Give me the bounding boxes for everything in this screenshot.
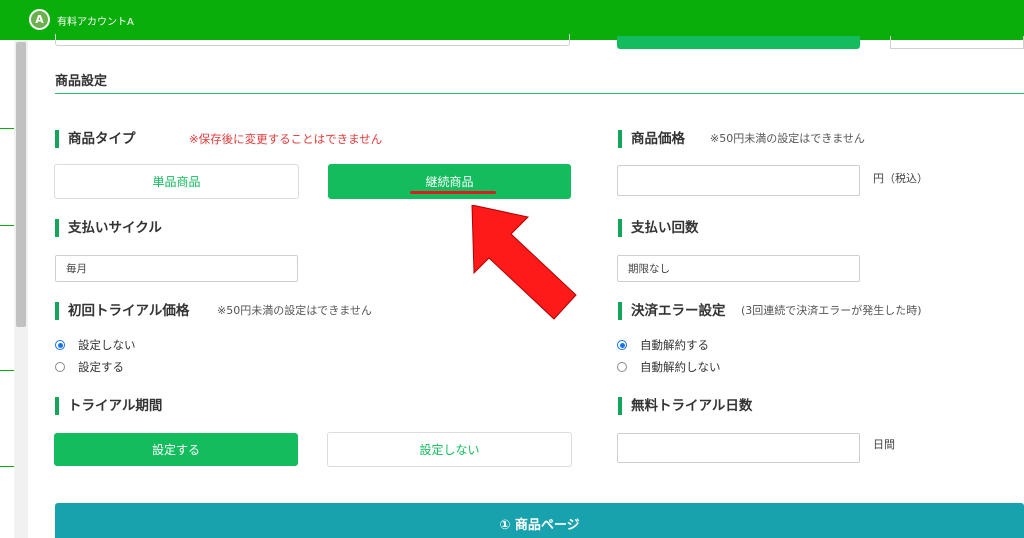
payment-cycle-select[interactable]: 毎月 (55, 255, 298, 282)
trial-days-label: 無料トライアル日数 (618, 397, 752, 415)
account-name[interactable]: 有料アカウントA (57, 13, 134, 28)
payment-count-select[interactable]: 期限なし (617, 255, 860, 282)
scrollbar-thumb[interactable] (16, 42, 26, 327)
radio-unchecked-icon[interactable] (617, 362, 627, 372)
price-label: 商品価格 (618, 130, 685, 148)
product-type-label: 商品タイプ (55, 130, 136, 148)
payment-cycle-label: 支払いサイクル (55, 219, 162, 237)
payment-error-option-cancel[interactable]: 自動解約する (617, 337, 709, 353)
radio-unchecked-icon[interactable] (55, 362, 65, 372)
single-product-button[interactable]: 単品商品 (54, 164, 299, 199)
account-avatar[interactable]: A (29, 9, 50, 30)
payment-error-note: (3回連続で決済エラーが発生した時) (741, 304, 922, 317)
price-input[interactable] (617, 165, 860, 196)
trial-period-off-button[interactable]: 設定しない (327, 432, 572, 467)
previous-green-button[interactable] (617, 36, 860, 49)
trial-days-unit: 日間 (873, 438, 895, 451)
annotation-arrow-icon (471, 205, 577, 320)
product-page-section-header[interactable]: ① 商品ページ (55, 503, 1024, 538)
trial-period-on-button[interactable]: 設定する (54, 433, 298, 466)
trial-price-label: 初回トライアル価格 (55, 302, 189, 320)
price-note: ※50円未満の設定はできません (710, 132, 865, 145)
trial-price-note: ※50円未満の設定はできません (217, 304, 372, 317)
radio-checked-icon[interactable] (617, 340, 627, 350)
previous-field[interactable] (890, 36, 1024, 49)
payment-count-label: 支払い回数 (618, 219, 699, 237)
product-type-note: ※保存後に変更することはできません (189, 132, 383, 146)
payment-error-label: 決済エラー設定 (618, 302, 726, 320)
radio-label: 設定する (78, 360, 124, 374)
trial-price-option-on[interactable]: 設定する (55, 359, 124, 375)
sidebar-divider (0, 466, 14, 467)
sidebar-divider (0, 370, 14, 371)
trial-days-input[interactable] (617, 433, 860, 463)
price-unit: 円（税込） (873, 172, 928, 185)
sidebar-divider (0, 225, 14, 226)
radio-label: 設定しない (78, 338, 136, 352)
radio-label: 自動解約しない (640, 360, 721, 374)
radio-label: 自動解約する (640, 338, 709, 352)
radio-checked-icon[interactable] (55, 340, 65, 350)
trial-period-label: トライアル期間 (55, 397, 162, 415)
section-divider (55, 93, 1024, 94)
section-title: 商品設定 (55, 74, 108, 89)
sidebar-divider (0, 128, 14, 129)
annotation-underline (410, 191, 496, 194)
trial-price-option-off[interactable]: 設定しない (55, 337, 136, 353)
payment-error-option-keep[interactable]: 自動解約しない (617, 359, 721, 375)
previous-input-field[interactable] (55, 34, 570, 46)
